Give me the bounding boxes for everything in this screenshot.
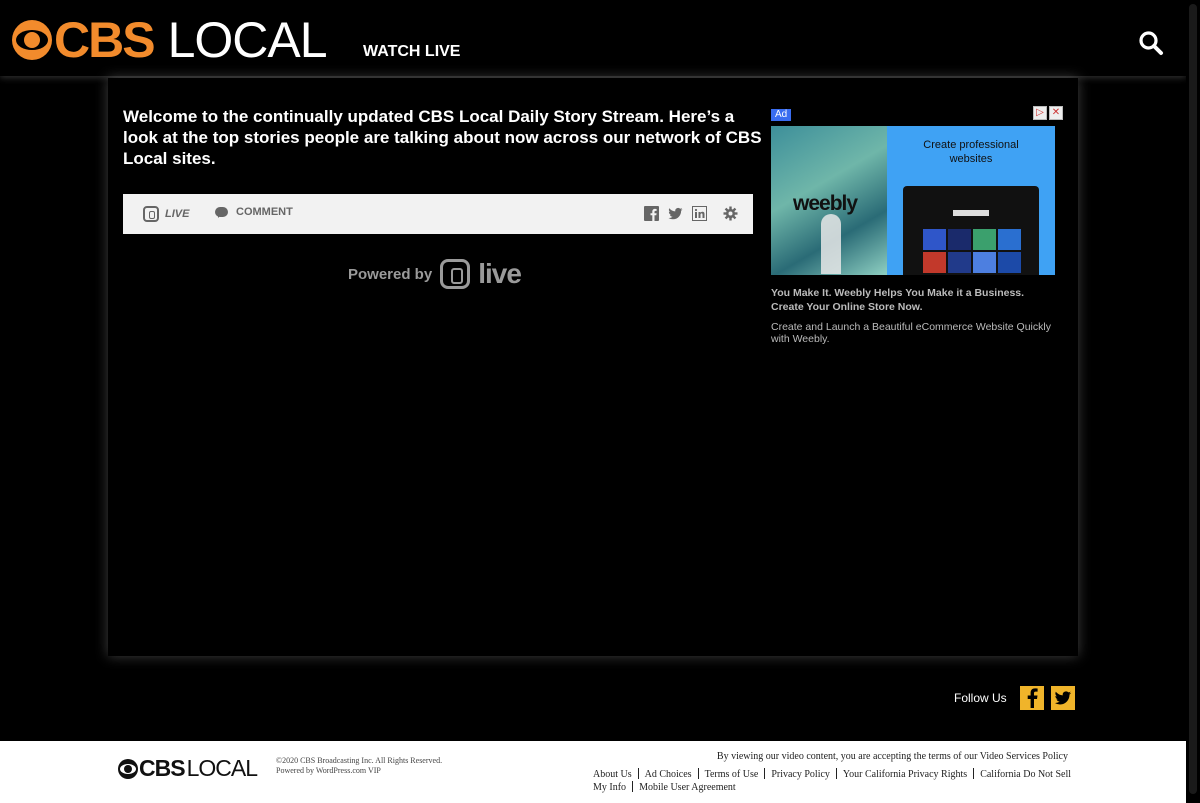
cbs-local-logo[interactable]: CBS LOCAL: [12, 12, 328, 68]
footer-link-mobile-user-agreement[interactable]: Mobile User Agreement: [639, 782, 736, 793]
ad-description[interactable]: Create and Launch a Beautiful eCommerce …: [771, 321, 1055, 345]
facebook-icon[interactable]: [644, 206, 659, 221]
cbs-eye-icon: [12, 20, 52, 60]
scrollbar-thumb[interactable]: [1189, 4, 1197, 794]
gear-icon[interactable]: [723, 206, 738, 221]
video-policy-text[interactable]: By viewing our video content, you are ac…: [600, 751, 1068, 762]
laptop-screen-image: [903, 186, 1039, 275]
live-icon: [143, 206, 159, 222]
footer-logo[interactable]: CBS LOCAL: [118, 755, 258, 782]
page-scrollbar[interactable]: [1186, 0, 1200, 803]
facebook-icon[interactable]: [1019, 686, 1044, 710]
copyright-block: ©2020 CBS Broadcasting Inc. All Rights R…: [276, 756, 442, 776]
comment-button[interactable]: COMMENT: [215, 206, 293, 218]
close-icon[interactable]: ✕: [1049, 106, 1063, 120]
footer-logo-local: LOCAL: [186, 755, 258, 781]
logo-cbs-text: CBS: [54, 12, 156, 68]
footer-link-california-privacy-rights[interactable]: Your California Privacy Rights: [843, 769, 967, 780]
footer-link-about-us[interactable]: About Us: [593, 769, 632, 780]
powered-brand-text: live: [478, 258, 522, 289]
logo-local-text: LOCAL: [167, 12, 328, 68]
ad-promo-panel: Create professional websites: [887, 126, 1055, 275]
intro-text: Welcome to the continually updated CBS L…: [123, 107, 762, 168]
ad-label: Ad: [771, 109, 792, 121]
twitter-icon[interactable]: [668, 206, 683, 221]
linkedin-icon[interactable]: [692, 206, 707, 221]
hand-image: [821, 214, 841, 274]
comment-label: COMMENT: [236, 206, 293, 218]
powered-by-text: Powered by: [348, 265, 433, 283]
ad-controls: ▷ ✕: [1031, 106, 1063, 120]
live-button[interactable]: LIVE: [143, 206, 189, 222]
search-icon[interactable]: [1138, 30, 1164, 56]
ad-headline: Create professional websites: [923, 139, 1019, 165]
ad-title[interactable]: You Make It. Weebly Helps You Make it a …: [771, 286, 1055, 314]
comment-icon: [215, 207, 228, 218]
site-header: CBS LOCAL WATCH LIVE: [0, 0, 1186, 76]
live-toolbar: LIVE COMMENT: [123, 194, 753, 234]
live-logo-icon: [440, 259, 471, 289]
live-label: LIVE: [165, 208, 190, 220]
ad-brand: weebly: [793, 192, 858, 215]
ad-photo: weebly: [771, 126, 887, 275]
powered-by-wordpress[interactable]: Powered by WordPress.com VIP: [276, 766, 442, 776]
footer-link-ad-choices[interactable]: Ad Choices: [645, 769, 692, 780]
footer-link-privacy-policy[interactable]: Privacy Policy: [771, 769, 830, 780]
twitter-icon[interactable]: [1050, 686, 1075, 710]
footer-links: About Us Ad Choices Terms of Use Privacy Po…: [593, 768, 1073, 794]
follow-us: Follow Us: [954, 686, 1075, 710]
footer-logo-cbs: CBS: [139, 755, 186, 781]
cbs-eye-icon: [118, 758, 138, 779]
powered-by-live[interactable]: Powered by live: [348, 258, 522, 290]
footer-link-terms-of-use[interactable]: Terms of Use: [705, 769, 759, 780]
adchoices-icon[interactable]: ▷: [1033, 106, 1047, 120]
watch-live-link[interactable]: WATCH LIVE: [363, 43, 460, 61]
site-footer: CBS LOCAL ©2020 CBS Broadcasting Inc. Al…: [0, 741, 1186, 803]
follow-us-label: Follow Us: [954, 691, 1007, 705]
ad-image[interactable]: weebly Create professional websites: [771, 126, 1055, 275]
story-stream-panel: Welcome to the continually updated CBS L…: [108, 78, 1078, 656]
copyright-text: ©2020 CBS Broadcasting Inc. All Rights R…: [276, 756, 443, 765]
